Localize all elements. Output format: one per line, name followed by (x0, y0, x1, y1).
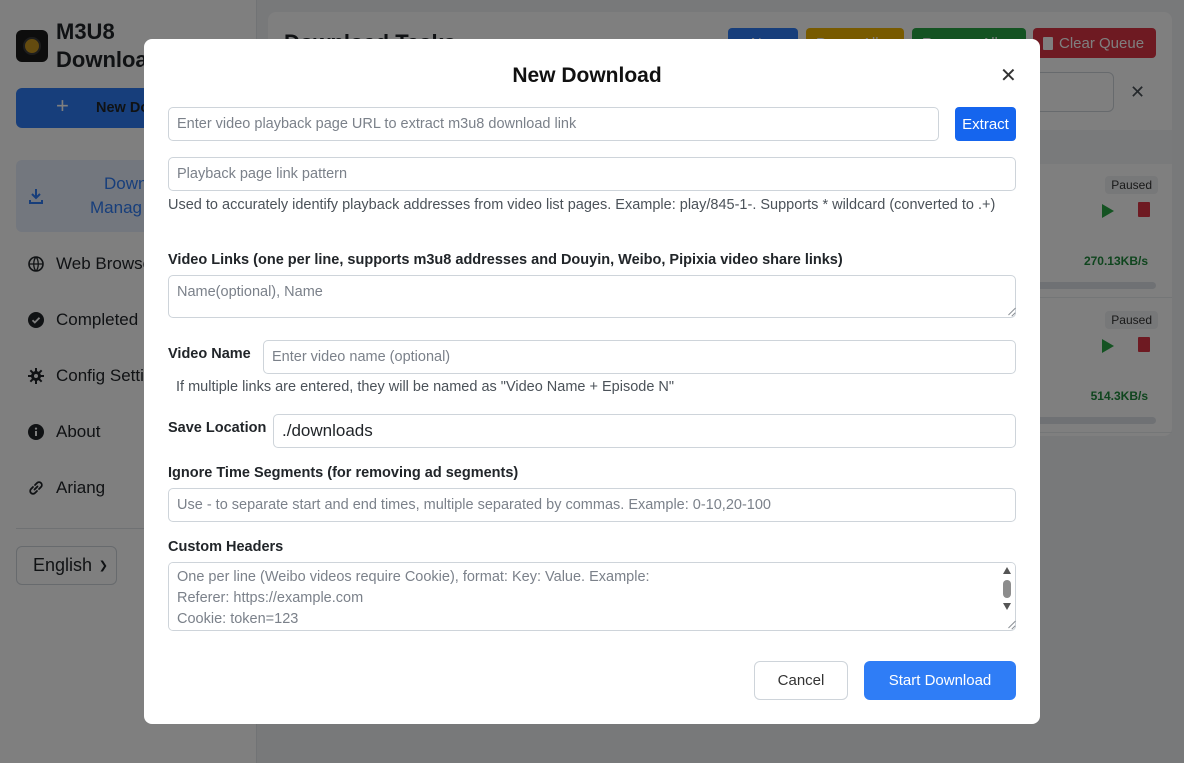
custom-headers-textarea[interactable] (168, 562, 1016, 631)
pattern-help-text: Used to accurately identify playback add… (168, 197, 996, 213)
scroll-up-icon[interactable] (1003, 567, 1011, 574)
save-location-input[interactable] (273, 414, 1016, 448)
link-pattern-input[interactable] (168, 157, 1016, 191)
video-name-help-text: If multiple links are entered, they will… (176, 379, 675, 395)
ignore-segments-label: Ignore Time Segments (for removing ad se… (168, 465, 519, 481)
start-download-button[interactable]: Start Download (864, 661, 1016, 700)
ignore-segments-input[interactable] (168, 488, 1016, 522)
resize-handle-icon[interactable] (1006, 307, 1015, 316)
scroll-down-icon[interactable] (1003, 603, 1011, 610)
video-name-input[interactable] (263, 340, 1016, 374)
scroll-thumb[interactable] (1003, 580, 1011, 598)
video-links-textarea[interactable] (168, 275, 1016, 318)
cancel-button[interactable]: Cancel (754, 661, 848, 700)
extract-button[interactable]: Extract (955, 107, 1016, 141)
headers-scrollbar[interactable] (1000, 565, 1014, 615)
url-input[interactable] (168, 107, 939, 141)
modal-title: New Download (512, 64, 662, 87)
new-download-modal: New Download ✕ Extract Used to accuratel… (144, 39, 1040, 724)
video-links-label: Video Links (one per line, supports m3u8… (168, 252, 843, 268)
resize-handle-icon[interactable] (1006, 620, 1015, 629)
custom-headers-label: Custom Headers (168, 539, 284, 555)
close-icon[interactable]: ✕ (1000, 65, 1017, 87)
video-name-label: Video Name (168, 346, 251, 362)
save-location-label: Save Location (168, 420, 267, 436)
